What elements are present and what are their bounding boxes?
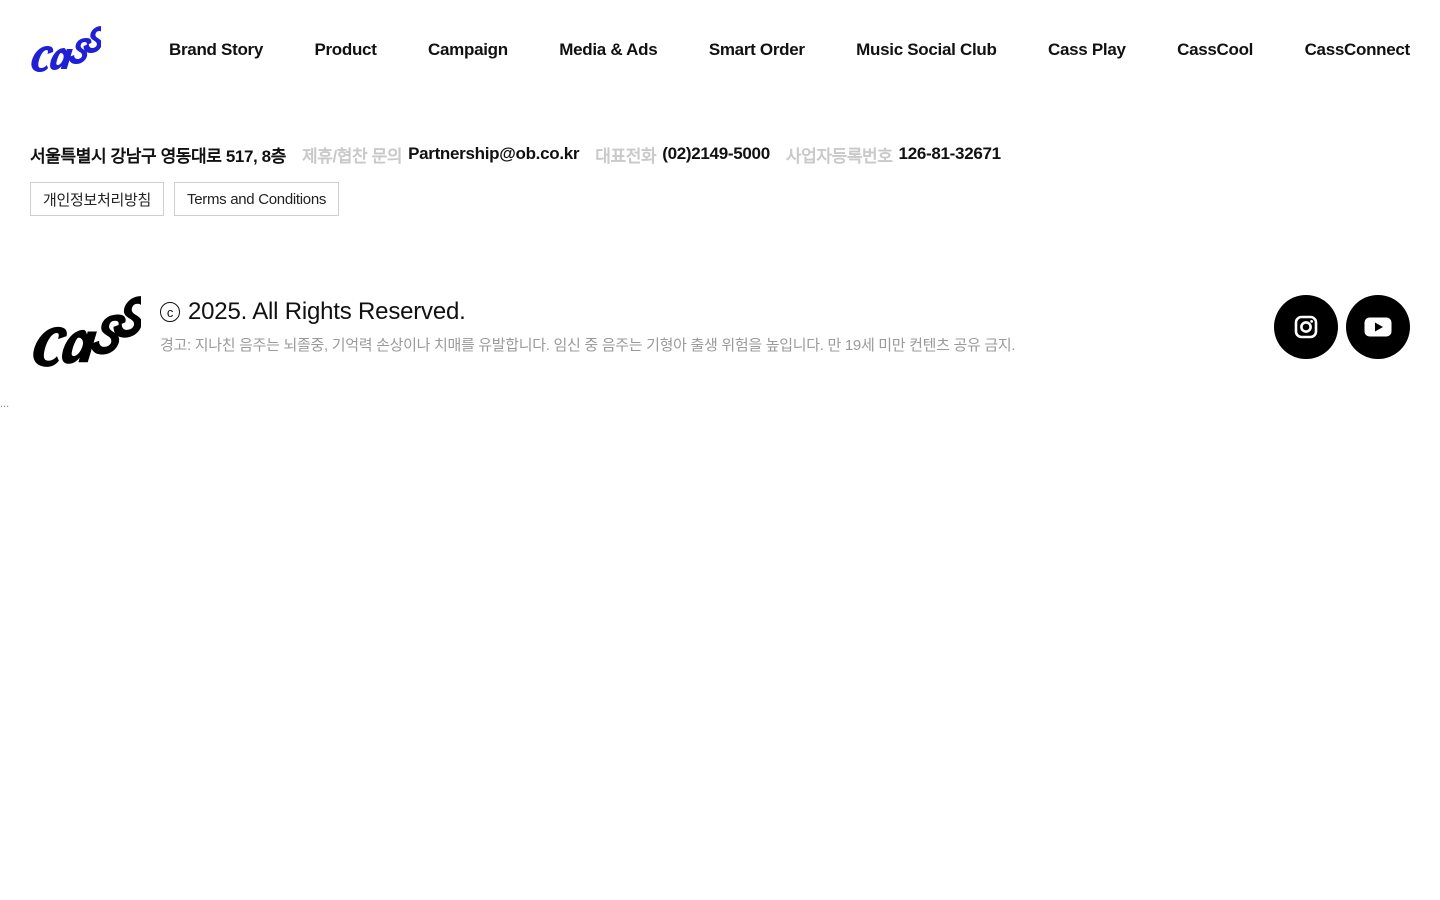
copyright: c 2025. All Rights Reserved.: [160, 298, 466, 326]
instagram-button[interactable]: [1274, 295, 1338, 359]
nav-item-brand-story[interactable]: Brand Story: [169, 40, 263, 60]
nav-item-cassconnect[interactable]: CassConnect: [1305, 40, 1411, 60]
company-address: 서울특별시 강남구 영동대로 517, 8층: [30, 146, 286, 166]
business-number-label: 사업자등록번호: [785, 146, 893, 166]
cass-logo-link[interactable]: [29, 24, 107, 76]
instagram-icon: [1294, 315, 1318, 339]
main-nav: Brand Story Product Campaign Media & Ads…: [169, 38, 1410, 62]
company-info: 서울특별시 강남구 영동대로 517, 8층 제휴/협찬 문의 Partners…: [30, 142, 1001, 166]
nav-item-casscool[interactable]: CassCool: [1177, 40, 1253, 60]
privacy-policy-button[interactable]: 개인정보처리방침: [30, 182, 165, 216]
phone-number[interactable]: (02)2149-5000: [662, 144, 770, 164]
policy-links: 개인정보처리방침 Terms and Conditions: [30, 182, 340, 216]
social-links: [1274, 295, 1410, 359]
nav-item-smart-order[interactable]: Smart Order: [709, 40, 805, 60]
cass-footer-logo: [29, 293, 149, 373]
nav-item-product[interactable]: Product: [314, 40, 376, 60]
nav-item-media-ads[interactable]: Media & Ads: [559, 40, 657, 60]
copyright-icon: c: [160, 302, 180, 322]
nav-item-campaign[interactable]: Campaign: [428, 40, 508, 60]
nav-item-music-social-club[interactable]: Music Social Club: [856, 40, 997, 60]
partnership-email[interactable]: Partnership@ob.co.kr: [408, 144, 579, 164]
youtube-icon: [1364, 317, 1392, 337]
cass-footer-logo-icon: [33, 296, 149, 367]
copyright-text: 2025. All Rights Reserved.: [188, 298, 466, 325]
partnership-label: 제휴/협찬 문의: [301, 146, 403, 166]
truncated-indicator: ...: [0, 398, 10, 410]
cass-logo-icon: [31, 26, 107, 72]
phone-label: 대표전화: [595, 146, 657, 166]
youtube-button[interactable]: [1346, 295, 1410, 359]
page: Brand Story Product Campaign Media & Ads…: [0, 0, 1440, 900]
terms-button[interactable]: Terms and Conditions: [174, 182, 340, 216]
drinking-warning: 경고: 지나친 음주는 뇌졸중, 기억력 손상이나 치매를 유발합니다. 임신 …: [160, 337, 1016, 354]
site-header: Brand Story Product Campaign Media & Ads…: [0, 0, 1440, 100]
nav-item-cass-play[interactable]: Cass Play: [1048, 40, 1126, 60]
business-number: 126-81-32671: [898, 144, 1002, 163]
